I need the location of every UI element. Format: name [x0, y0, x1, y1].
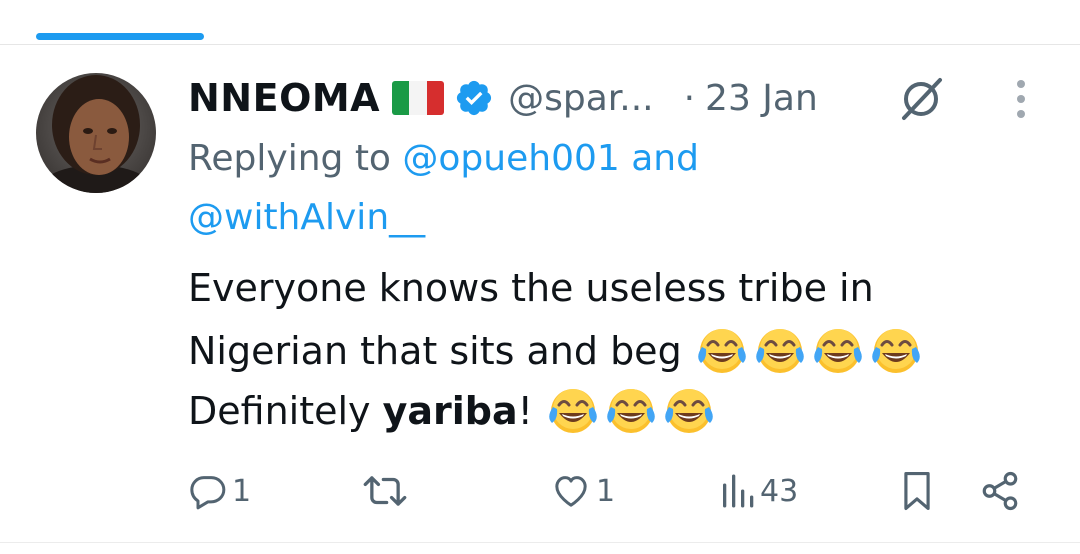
bookmark-icon [904, 472, 930, 510]
tweet-date[interactable]: 23 Jan [705, 78, 818, 119]
retweet-button[interactable] [362, 466, 412, 516]
replying-to-line-2: @withAlvin__ [188, 197, 425, 238]
reply-icon [190, 476, 226, 510]
tweet-text-line-3: Definitely yariba! [188, 385, 715, 437]
tab-indicator [36, 33, 204, 40]
tweet-text: Everyone knows the useless tribe in [188, 266, 874, 310]
reply-button[interactable]: 1 [188, 466, 251, 516]
action-bar: 1 1 43 [0, 466, 1080, 516]
top-divider [0, 44, 1080, 45]
date-separator: · [683, 77, 696, 119]
share-button[interactable] [978, 466, 1022, 516]
views-count: 43 [760, 473, 799, 509]
laughing-tears-emoji-icon [697, 329, 746, 373]
laughing-tears-emoji-icon [665, 389, 713, 433]
share-icon [982, 471, 1018, 511]
retweet-icon [363, 476, 407, 506]
laughing-tears-emoji-icon [607, 389, 655, 433]
like-button[interactable]: 1 [550, 466, 615, 516]
tweet-text-line-2: Nigerian that sits and beg [188, 325, 922, 377]
tweet-text-bold: yariba [382, 389, 518, 433]
tweet-text: ! [517, 389, 533, 433]
replying-to-label: Replying to [188, 138, 403, 179]
replying-to: Replying to @opueh001 and [188, 138, 699, 179]
mention-link-2[interactable]: @withAlvin__ [188, 197, 425, 238]
laughing-tears-emoji-icon [549, 389, 597, 433]
like-count: 1 [596, 473, 616, 509]
tweet-header: NNEOMA @spar... · 23 Jan [188, 72, 818, 124]
grok-icon[interactable] [896, 74, 946, 124]
author-name[interactable]: NNEOMA [188, 76, 380, 120]
verified-badge-icon [457, 80, 492, 116]
mention-link-1[interactable]: @opueh001 [402, 138, 619, 179]
more-options-icon[interactable] [1010, 78, 1032, 120]
author-handle[interactable]: @spar... [508, 78, 654, 119]
tweet-text-line-1: Everyone knows the useless tribe in [188, 266, 874, 310]
laughing-tears-emoji-icon [813, 329, 862, 373]
views-button[interactable]: 43 [720, 466, 798, 516]
bottom-divider [0, 542, 1080, 543]
italy-flag-icon [392, 81, 445, 115]
bookmark-button[interactable] [898, 466, 936, 516]
avatar[interactable] [36, 73, 156, 193]
tweet-text: Nigerian that sits and beg [188, 329, 682, 373]
laughing-tears-emoji-icon [871, 329, 920, 373]
replying-conjunction: and [619, 138, 699, 179]
tweet-text: Definitely [188, 389, 383, 433]
laughing-tears-emoji-icon [755, 329, 804, 373]
views-icon [723, 474, 754, 508]
reply-count: 1 [232, 473, 252, 509]
heart-icon [555, 476, 587, 507]
